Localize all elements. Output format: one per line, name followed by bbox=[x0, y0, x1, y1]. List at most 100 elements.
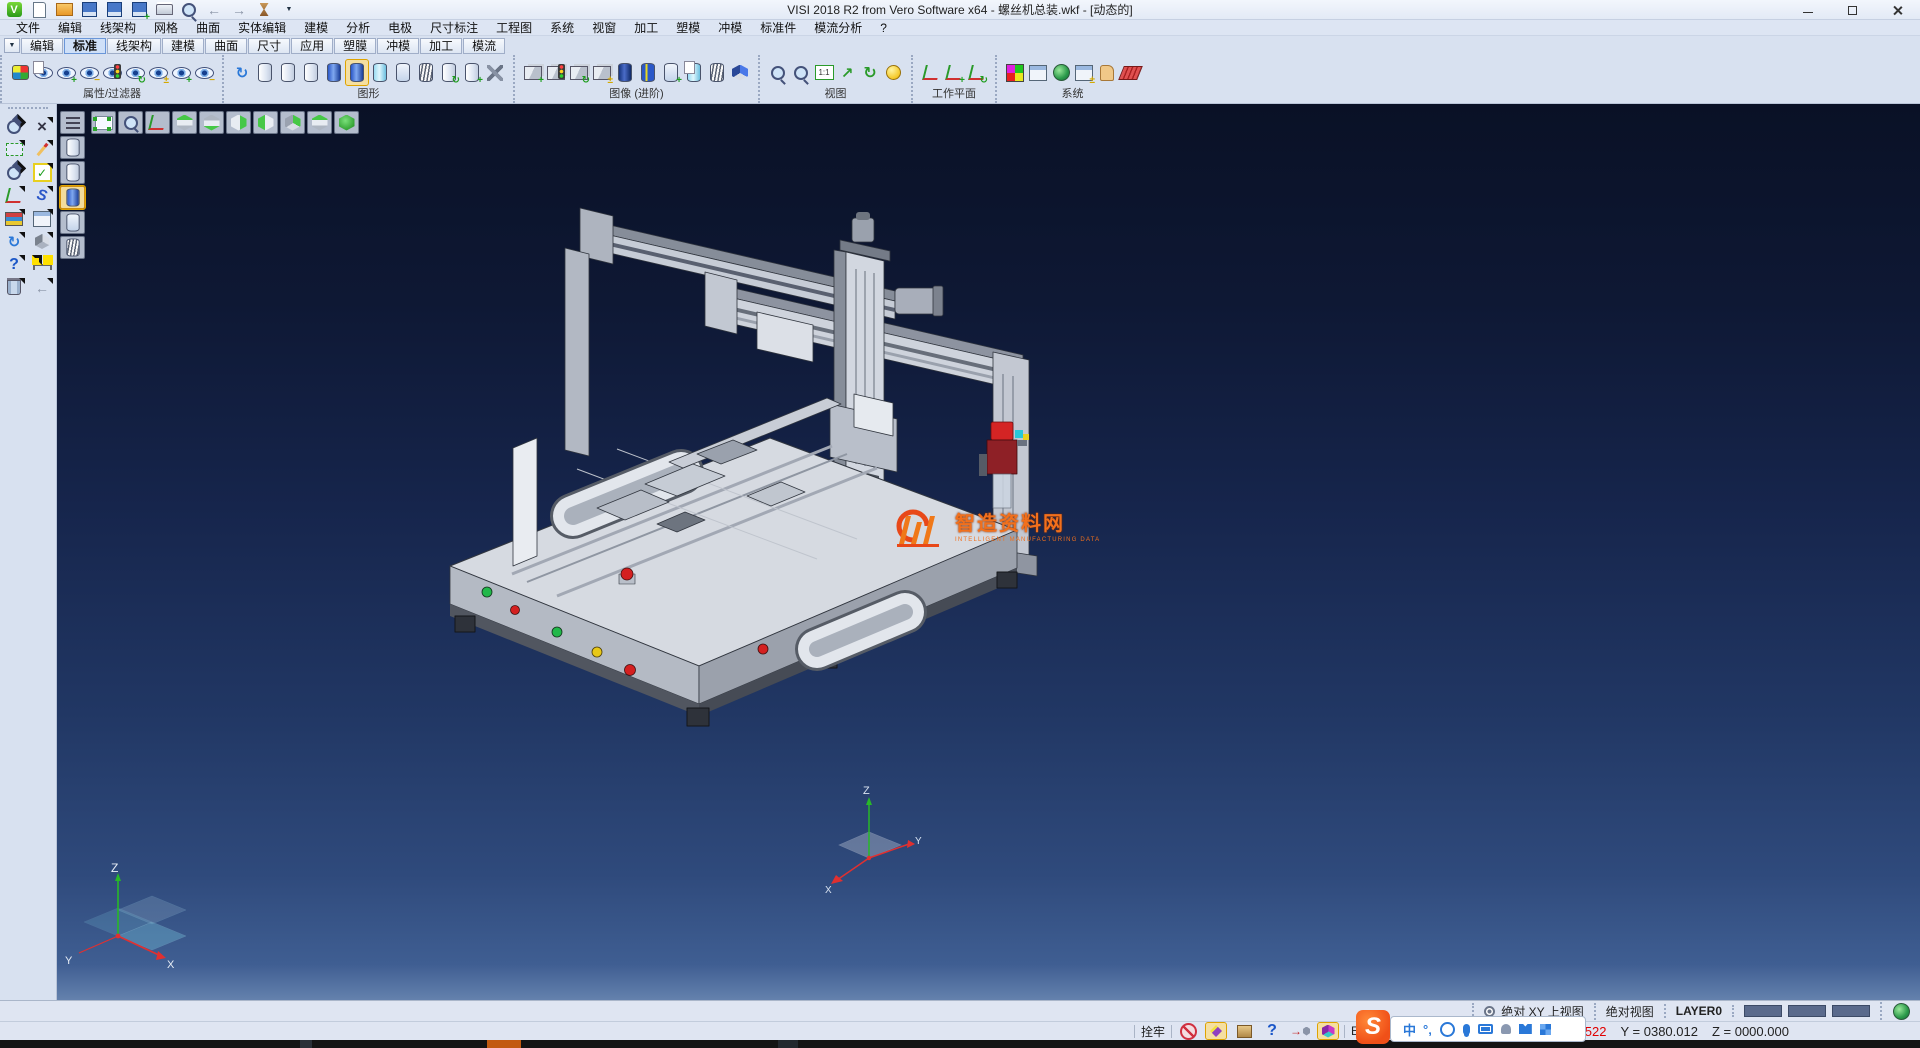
visi-logo-icon[interactable] bbox=[3, 0, 25, 22]
render-shaded-icon[interactable] bbox=[60, 186, 85, 209]
refresh-visibility-icon[interactable] bbox=[124, 60, 146, 85]
pan-arrow-icon[interactable] bbox=[836, 60, 858, 85]
magic-wand-icon[interactable] bbox=[1206, 1023, 1226, 1039]
close-button[interactable] bbox=[1875, 0, 1920, 20]
view-back-icon[interactable] bbox=[307, 111, 332, 134]
menu-system[interactable]: 系统 bbox=[542, 19, 582, 36]
menu-electrode[interactable]: 电极 bbox=[380, 19, 420, 36]
wireframe-cylinder-icon[interactable] bbox=[254, 60, 276, 85]
ghost-cylinder-icon[interactable] bbox=[392, 60, 414, 85]
fit-view-icon[interactable] bbox=[91, 111, 116, 134]
open-file-icon[interactable] bbox=[53, 0, 75, 22]
show-add-icon[interactable] bbox=[55, 60, 77, 85]
tab-application[interactable]: 应用 bbox=[291, 38, 333, 54]
tab-machining[interactable]: 加工 bbox=[420, 38, 462, 54]
hide-all-icon[interactable] bbox=[193, 60, 215, 85]
view-top-icon[interactable] bbox=[172, 111, 197, 134]
tab-flow[interactable]: 模流 bbox=[463, 38, 505, 54]
menu-drawing[interactable]: 工程图 bbox=[488, 19, 540, 36]
machine-model[interactable] bbox=[450, 208, 1037, 726]
menu-standard-parts[interactable]: 标准件 bbox=[752, 19, 804, 36]
workplane-edit-icon[interactable] bbox=[943, 60, 965, 85]
view-face-icon[interactable] bbox=[882, 60, 904, 85]
wcs-axes-icon[interactable] bbox=[2, 185, 26, 206]
model-canvas[interactable]: Z Y X Z X Y bbox=[57, 104, 1920, 1000]
rotate-view-icon[interactable] bbox=[859, 60, 881, 85]
show-all-icon[interactable] bbox=[170, 60, 192, 85]
menu-modeling[interactable]: 建模 bbox=[296, 19, 336, 36]
toggle-visibility-icon[interactable] bbox=[147, 60, 169, 85]
sketch-pencil-icon[interactable] bbox=[30, 139, 54, 160]
minimize-button[interactable] bbox=[1785, 0, 1830, 20]
new-file-icon[interactable] bbox=[28, 0, 50, 22]
shaded-cylinder-icon[interactable] bbox=[323, 60, 345, 85]
zoom-extents-icon[interactable] bbox=[790, 60, 812, 85]
save-icon[interactable] bbox=[78, 0, 100, 22]
red-grid-icon[interactable] bbox=[1119, 60, 1141, 85]
system-globe-icon[interactable] bbox=[1050, 60, 1072, 85]
render-hidden-icon[interactable] bbox=[60, 161, 85, 184]
preview-icon[interactable] bbox=[178, 0, 200, 22]
workplane-axes-icon[interactable] bbox=[920, 60, 942, 85]
solids-traffic-icon[interactable] bbox=[545, 60, 567, 85]
globe-icon[interactable] bbox=[1892, 1002, 1910, 1020]
toolbar-grip[interactable] bbox=[8, 107, 48, 113]
view-menu-icon[interactable] bbox=[60, 111, 85, 134]
filter-checkbox-icon[interactable] bbox=[30, 162, 54, 183]
view-iso-icon[interactable] bbox=[280, 111, 305, 134]
render-translucent-icon[interactable] bbox=[60, 211, 85, 234]
view-left-icon[interactable] bbox=[253, 111, 278, 134]
select-rectangle-icon[interactable] bbox=[2, 139, 26, 160]
page-eye-icon[interactable] bbox=[32, 60, 54, 85]
layer-indicator[interactable]: LAYER0 bbox=[1664, 1004, 1732, 1018]
tab-surface[interactable]: 曲面 bbox=[205, 38, 247, 54]
help-icon[interactable] bbox=[2, 254, 26, 275]
blue-window-icon[interactable] bbox=[30, 208, 54, 229]
menu-help[interactable]: ? bbox=[872, 21, 895, 35]
ime-keyboard-icon[interactable] bbox=[1478, 1024, 1493, 1034]
ime-logo[interactable]: S bbox=[1356, 1010, 1390, 1044]
ime-punctuation-icon[interactable] bbox=[1423, 1022, 1432, 1037]
measure-icon[interactable] bbox=[30, 254, 54, 275]
cylinder-copy-icon[interactable] bbox=[461, 60, 483, 85]
hatched-cylinder-icon[interactable] bbox=[706, 60, 728, 85]
visibility-traffic-light-icon[interactable] bbox=[101, 60, 123, 85]
zoom-inout-icon[interactable] bbox=[767, 60, 789, 85]
hidden-line-cylinder-icon[interactable] bbox=[277, 60, 299, 85]
shaded-cube-icon[interactable] bbox=[729, 60, 751, 85]
refresh-icon[interactable] bbox=[2, 231, 26, 252]
shaded-edges-cylinder-icon[interactable] bbox=[346, 60, 368, 85]
toolbox-icon[interactable] bbox=[1234, 1023, 1254, 1039]
color-swatch[interactable] bbox=[1832, 1005, 1870, 1017]
print-icon[interactable] bbox=[153, 0, 175, 22]
snap-cube-icon[interactable] bbox=[1290, 1023, 1310, 1039]
ime-mic-icon[interactable] bbox=[1463, 1024, 1470, 1035]
taskbar-app-active[interactable] bbox=[487, 1040, 521, 1048]
color-swatch[interactable] bbox=[1788, 1005, 1826, 1017]
attribute-palette-icon[interactable] bbox=[9, 60, 31, 85]
recycle-bin-icon[interactable] bbox=[2, 277, 26, 298]
dashed-cylinder-icon[interactable] bbox=[300, 60, 322, 85]
qat-more-icon[interactable] bbox=[278, 0, 300, 22]
menu-mold[interactable]: 塑模 bbox=[668, 19, 708, 36]
view-bottom-icon[interactable] bbox=[199, 111, 224, 134]
ime-skin-icon[interactable] bbox=[1519, 1024, 1532, 1034]
render-settings-icon[interactable] bbox=[484, 60, 506, 85]
tab-mold[interactable]: 塑膜 bbox=[334, 38, 376, 54]
window-colors-icon[interactable] bbox=[1027, 60, 1049, 85]
macro-icon[interactable] bbox=[253, 0, 275, 22]
render-hatch-icon[interactable] bbox=[60, 236, 85, 259]
solids-add-icon[interactable] bbox=[522, 60, 544, 85]
cylinder-page-icon[interactable] bbox=[683, 60, 705, 85]
undo-arrow-icon[interactable] bbox=[30, 277, 54, 298]
curve-tool-icon[interactable] bbox=[30, 185, 54, 206]
menu-flow-analysis[interactable]: 模流分析 bbox=[806, 19, 870, 36]
quick-zoom-icon[interactable] bbox=[2, 116, 26, 137]
view-shaded-iso-icon[interactable] bbox=[334, 111, 359, 134]
solid-cube-icon[interactable] bbox=[30, 231, 54, 252]
tab-wireframe[interactable]: 线架构 bbox=[107, 38, 161, 54]
workplane-move-icon[interactable] bbox=[966, 60, 988, 85]
tab-modeling[interactable]: 建模 bbox=[162, 38, 204, 54]
save-as-icon[interactable] bbox=[103, 0, 125, 22]
taskbar-app[interactable] bbox=[300, 1040, 312, 1048]
